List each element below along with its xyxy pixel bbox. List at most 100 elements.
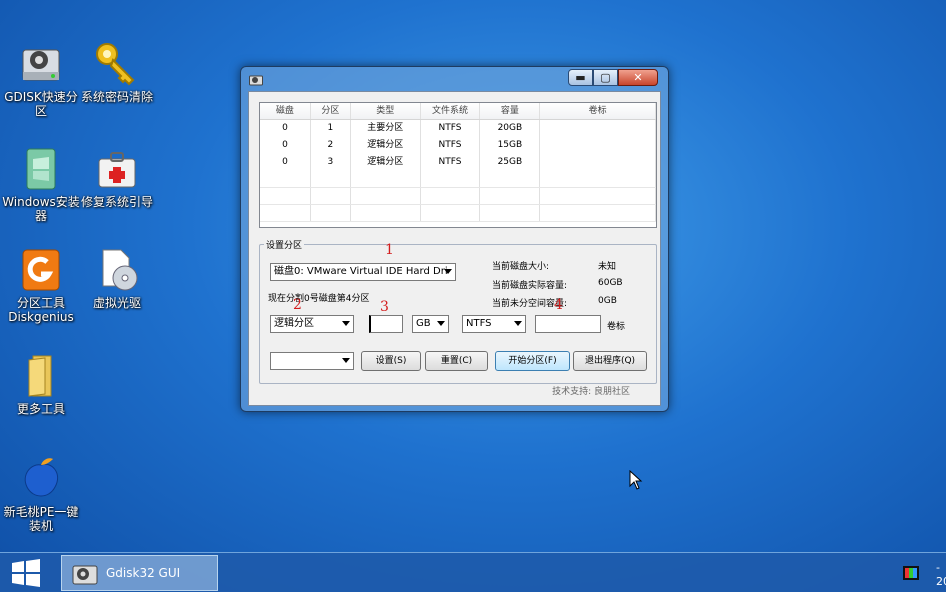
cell: 3 xyxy=(311,154,351,171)
taskbar-item-label: Gdisk32 GUI xyxy=(106,566,181,580)
virtual-drive-icon xyxy=(93,246,141,294)
cell: 逻辑分区 xyxy=(351,137,421,154)
annotation-4: 4 xyxy=(554,297,563,313)
desktop-icon-gdisk[interactable]: GDISK快速分区 xyxy=(0,40,82,118)
desktop-icon-password-clear[interactable]: 系统密码清除 xyxy=(76,40,158,104)
cell xyxy=(540,120,656,137)
support-text: 技术支持: 良朋社区 xyxy=(552,387,630,397)
close-button[interactable]: ✕ xyxy=(618,69,658,86)
table-row[interactable]: 0 3 逻辑分区 NTFS 25GB xyxy=(260,154,656,171)
set-button[interactable]: 设置(S) xyxy=(361,351,421,371)
cell: 1 xyxy=(311,120,351,137)
exit-button[interactable]: 退出程序(Q) xyxy=(573,351,647,371)
cell: 2 xyxy=(311,137,351,154)
maximize-button[interactable]: ▢ xyxy=(593,69,618,86)
cell: 0 xyxy=(260,120,311,137)
col-type[interactable]: 类型 xyxy=(351,103,421,119)
cell: 0 xyxy=(260,137,311,154)
desktop-icon-repair-boot[interactable]: 修复系统引导 xyxy=(76,145,158,209)
clock[interactable]: - 20 xyxy=(936,561,946,589)
volume-label-text: 卷标 xyxy=(607,322,626,332)
filesystem-value: NTFS xyxy=(466,318,492,329)
chevron-down-icon xyxy=(342,358,350,363)
info-value-disk-size: 未知 xyxy=(598,262,617,272)
peach-icon xyxy=(17,455,65,503)
annotation-2: 2 xyxy=(293,297,302,313)
mouse-cursor-icon xyxy=(629,469,643,494)
cell: 20GB xyxy=(480,120,541,137)
volume-label-input[interactable] xyxy=(535,315,601,333)
windows-logo-icon xyxy=(12,559,40,587)
gdisk-icon xyxy=(17,40,65,88)
start-button[interactable] xyxy=(10,559,42,587)
info-value-unallocated: 0GB xyxy=(598,296,617,306)
chevron-down-icon xyxy=(342,321,350,326)
desktop-icon-label: GDISK快速分区 xyxy=(4,90,78,118)
table-row[interactable]: 0 1 主要分区 NTFS 20GB xyxy=(260,120,656,137)
windows-installer-icon xyxy=(17,145,65,193)
settings-group: 设置分区 1 磁盘0: VMware Virtual IDE Hard Dri … xyxy=(259,238,657,384)
diskgenius-icon xyxy=(17,246,65,294)
cell: 15GB xyxy=(480,137,541,154)
disk-select-value: 磁盘0: VMware Virtual IDE Hard Dri xyxy=(274,266,448,277)
window-client: 磁盘 分区 类型 文件系统 容量 卷标 0 1 主要分区 NTFS 20GB 0… xyxy=(248,91,661,406)
partition-table[interactable]: 磁盘 分区 类型 文件系统 容量 卷标 0 1 主要分区 NTFS 20GB 0… xyxy=(259,102,657,228)
col-filesystem[interactable]: 文件系统 xyxy=(421,103,481,119)
chevron-down-icon xyxy=(514,321,522,326)
col-capacity[interactable]: 容量 xyxy=(480,103,541,119)
size-input[interactable] xyxy=(369,315,403,333)
cell: NTFS xyxy=(421,137,481,154)
status-text: 现在分割0号磁盘第4分区 xyxy=(268,294,370,304)
minimize-button[interactable]: ▬ xyxy=(568,69,593,86)
partition-type-value: 逻辑分区 xyxy=(274,318,314,329)
cell xyxy=(540,154,656,171)
empty-row xyxy=(260,171,656,188)
cell: NTFS xyxy=(421,154,481,171)
annotation-3: 3 xyxy=(380,299,389,315)
desktop-icon-label: 分区工具Diskgenius xyxy=(8,296,74,324)
cell: 25GB xyxy=(480,154,541,171)
settings-legend: 设置分区 xyxy=(264,238,305,251)
taskbar-item-gdisk32[interactable]: Gdisk32 GUI xyxy=(61,555,218,591)
desktop-icon-label: Windows安装器 xyxy=(2,195,80,223)
cell: 主要分区 xyxy=(351,120,421,137)
disk-select[interactable]: 磁盘0: VMware Virtual IDE Hard Dri xyxy=(270,263,456,281)
cell: 逻辑分区 xyxy=(351,154,421,171)
first-aid-kit-icon xyxy=(93,145,141,193)
info-value-actual-capacity: 60GB xyxy=(598,278,623,288)
table-header: 磁盘 分区 类型 文件系统 容量 卷标 xyxy=(260,103,656,120)
gdisk-window: ▬ ▢ ✕ 磁盘 分区 类型 文件系统 容量 卷标 0 1 主要分区 NTFS … xyxy=(240,66,669,412)
filesystem-select[interactable]: NTFS xyxy=(462,315,526,333)
app-icon xyxy=(249,71,263,86)
desktop-icon-more-tools[interactable]: 更多工具 xyxy=(0,352,82,416)
partition-type-select[interactable]: 逻辑分区 xyxy=(270,315,354,333)
cell: NTFS xyxy=(421,120,481,137)
info-label-actual-capacity: 当前磁盘实际容量: xyxy=(492,281,568,291)
extra-select[interactable] xyxy=(270,352,354,370)
window-controls: ▬ ▢ ✕ xyxy=(568,69,658,86)
col-volume-label[interactable]: 卷标 xyxy=(540,103,656,119)
taskbar: Gdisk32 GUI - 20 xyxy=(0,552,946,592)
desktop-icon-virtual-drive[interactable]: 虚拟光驱 xyxy=(76,246,158,310)
unit-value: GB xyxy=(416,318,431,329)
app-icon xyxy=(72,561,98,585)
unit-select[interactable]: GB xyxy=(412,315,449,333)
col-partition[interactable]: 分区 xyxy=(311,103,351,119)
desktop-icon-label: 虚拟光驱 xyxy=(92,296,141,310)
color-tray-icon[interactable] xyxy=(903,565,919,580)
start-partition-button[interactable]: 开始分区(F) xyxy=(495,351,570,371)
cell: 0 xyxy=(260,154,311,171)
annotation-1: 1 xyxy=(385,242,394,258)
empty-row xyxy=(260,205,656,222)
desktop-icon-pe-install[interactable]: 新毛桃PE一键装机 xyxy=(0,455,82,533)
key-icon xyxy=(93,40,141,88)
desktop-icon-label: 系统密码清除 xyxy=(80,90,153,104)
chevron-down-icon xyxy=(437,321,445,326)
col-disk[interactable]: 磁盘 xyxy=(260,103,311,119)
desktop-icon-diskgenius[interactable]: 分区工具Diskgenius xyxy=(0,246,82,324)
table-row[interactable]: 0 2 逻辑分区 NTFS 15GB xyxy=(260,137,656,154)
reset-button[interactable]: 重置(C) xyxy=(425,351,488,371)
desktop-icon-label: 新毛桃PE一键装机 xyxy=(3,505,79,533)
desktop-icon-label: 更多工具 xyxy=(16,402,65,416)
desktop-icon-windows-installer[interactable]: Windows安装器 xyxy=(0,145,82,223)
